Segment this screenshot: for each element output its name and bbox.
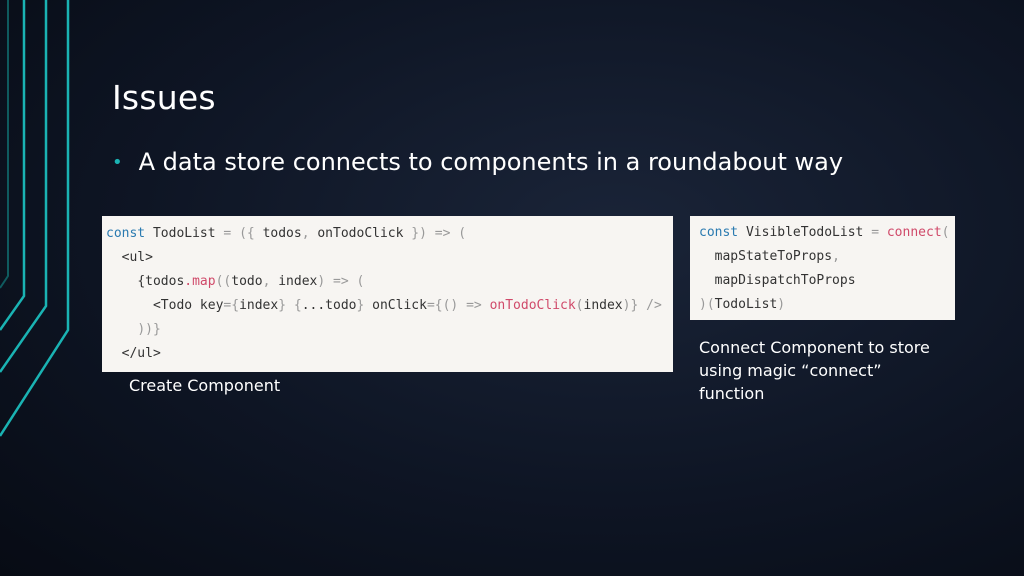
caption-create-component: Create Component bbox=[129, 376, 281, 395]
code-line: <Todo key={index} {...todo} onClick={() … bbox=[152, 298, 662, 313]
code-snippet-connect: const VisibleTodoList = connect( mapStat… bbox=[690, 216, 955, 320]
code-line: const VisibleTodoList = connect( bbox=[699, 225, 950, 240]
code-line: mapDispatchToProps bbox=[714, 273, 856, 288]
decorative-accent-lines bbox=[0, 0, 70, 437]
code-line: <ul> bbox=[121, 250, 153, 265]
code-line: {todos.map((todo, index) => ( bbox=[137, 274, 365, 289]
bullet-dot-icon: • bbox=[112, 151, 123, 173]
slide-title: Issues bbox=[112, 78, 216, 117]
code-line: mapStateToProps, bbox=[714, 249, 840, 264]
bullet-text: A data store connects to components in a… bbox=[138, 148, 844, 176]
code-line: const TodoList = ({ todos, onTodoClick }… bbox=[106, 226, 467, 241]
code-line: </ul> bbox=[121, 346, 161, 361]
code-line: ))} bbox=[137, 322, 161, 337]
caption-connect-component: Connect Component to store using magic “… bbox=[699, 338, 930, 403]
code-snippet-todolist: const TodoList = ({ todos, onTodoClick }… bbox=[102, 216, 673, 372]
code-line: )(TodoList) bbox=[699, 297, 786, 312]
bullet-item: • A data store connects to components in… bbox=[112, 148, 843, 176]
